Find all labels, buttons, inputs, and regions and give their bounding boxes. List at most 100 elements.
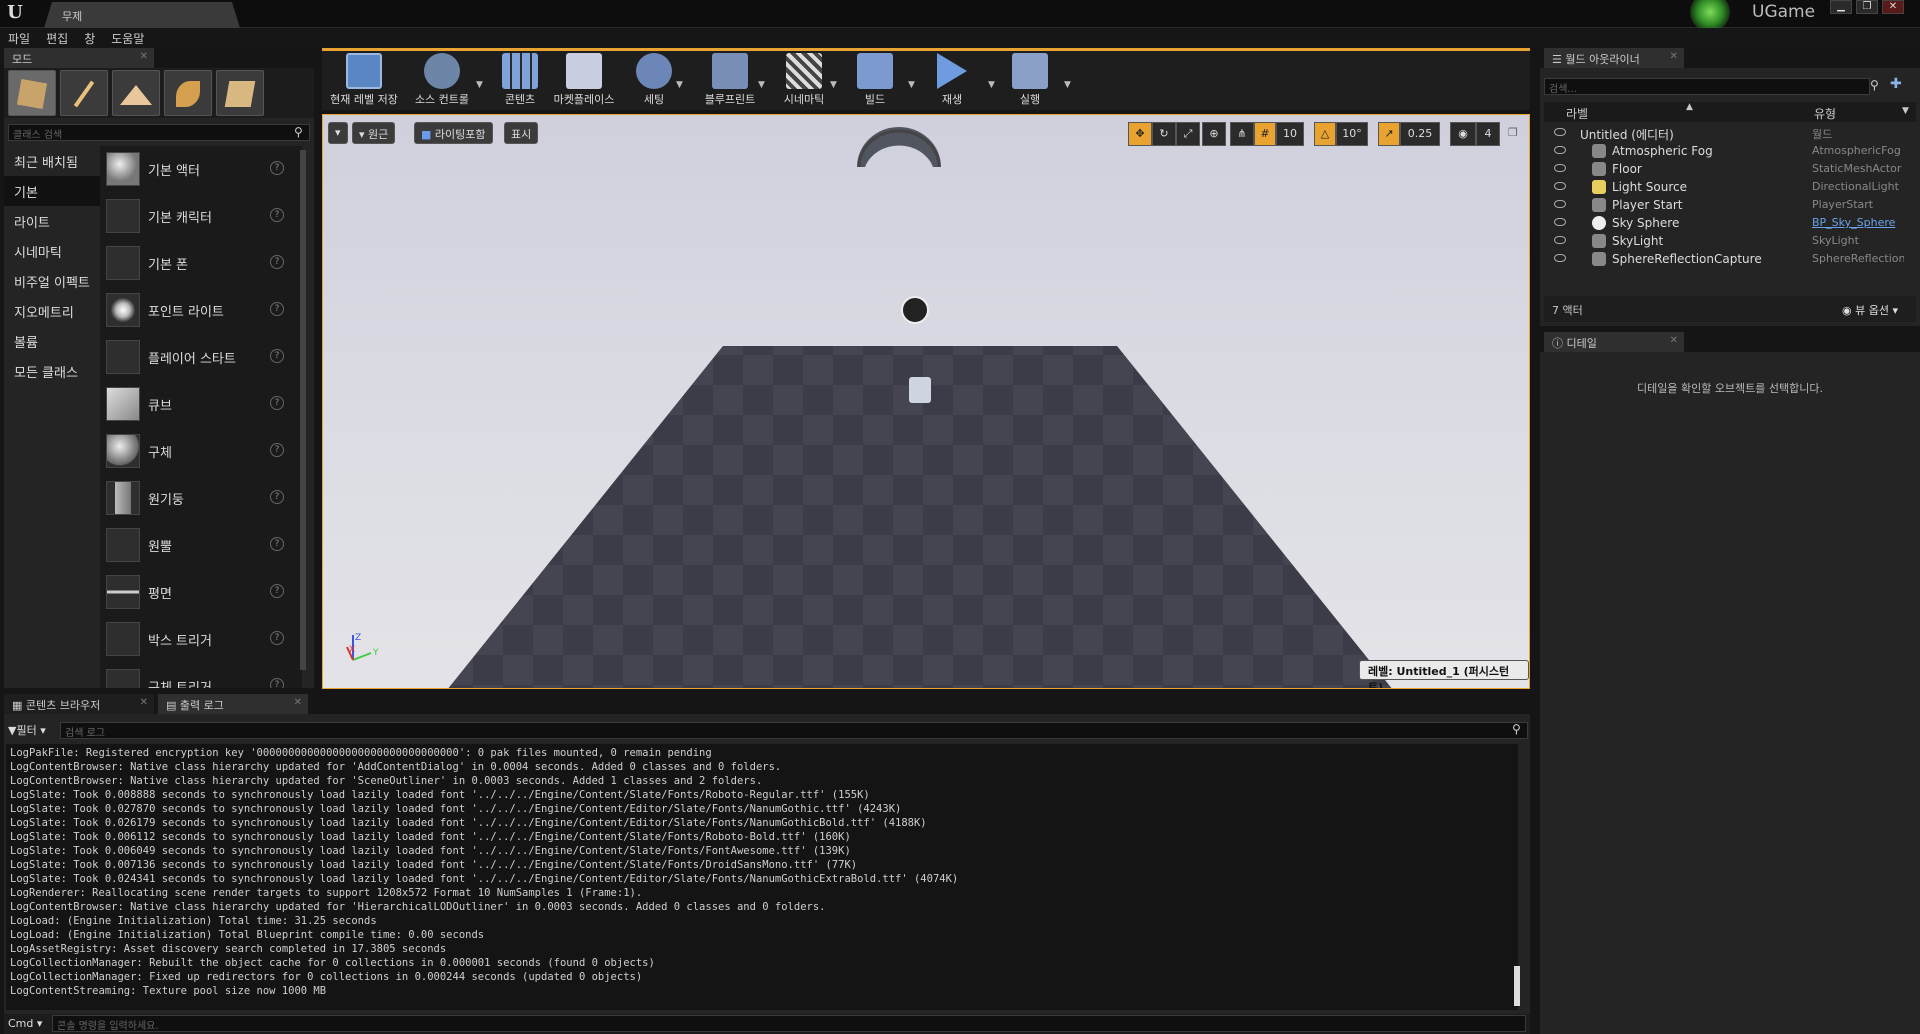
outliner-row[interactable]: SphereReflectionCapture SphereReflectionC bbox=[1546, 250, 1906, 268]
viewport-options-button[interactable]: ▾ bbox=[328, 122, 348, 144]
help-icon[interactable]: ? bbox=[270, 255, 284, 269]
chevron-down-icon[interactable]: ▼ bbox=[1064, 80, 1071, 90]
log-search-input[interactable]: 검색 로그 bbox=[60, 722, 1528, 739]
show-button[interactable]: 표시 bbox=[504, 122, 539, 144]
maximize-viewport-icon[interactable]: ❐ bbox=[1508, 126, 1518, 139]
list-item[interactable]: 원기둥? bbox=[100, 475, 292, 522]
perspective-button[interactable]: ▾ 원근 bbox=[352, 122, 396, 144]
help-icon[interactable]: ? bbox=[270, 161, 284, 175]
list-item[interactable]: 기본 폰? bbox=[100, 240, 292, 287]
console-input[interactable]: 콘솔 명령을 입력하세요. bbox=[52, 1015, 1526, 1032]
category-volumes[interactable]: 볼륨 bbox=[4, 326, 104, 356]
placement-scrollbar[interactable] bbox=[300, 150, 306, 670]
category-basic[interactable]: 기본 bbox=[4, 176, 104, 206]
surface-snap-icon[interactable]: ⋔ bbox=[1230, 122, 1254, 146]
menu-file[interactable]: 파일 bbox=[0, 28, 38, 49]
grid-snap-value[interactable]: 10 bbox=[1276, 122, 1304, 146]
list-item[interactable]: 구체? bbox=[100, 428, 292, 475]
list-item[interactable]: 기본 캐릭터? bbox=[100, 193, 292, 240]
category-visual-effects[interactable]: 비주얼 이펙트 bbox=[4, 266, 104, 296]
chevron-down-icon[interactable]: ▼ bbox=[830, 80, 837, 90]
level-viewport[interactable]: Z X Y 레벨: Untitled_1 (퍼시스턴트) bbox=[322, 114, 1530, 689]
chevron-down-icon[interactable]: ▼ bbox=[676, 80, 683, 90]
help-icon[interactable]: ? bbox=[270, 584, 284, 598]
build-button[interactable]: 빌드 bbox=[850, 49, 900, 109]
chevron-down-icon[interactable]: ▼ bbox=[476, 80, 483, 90]
column-type-header[interactable]: 유형 bbox=[1814, 105, 1836, 122]
visibility-eye-icon[interactable] bbox=[1554, 254, 1566, 262]
translate-tool-icon[interactable]: ✥ bbox=[1128, 122, 1152, 146]
help-icon[interactable]: ? bbox=[270, 631, 284, 645]
list-item[interactable]: 플레이어 스타트? bbox=[100, 334, 292, 381]
list-item[interactable]: 구체 트리거? bbox=[100, 663, 292, 688]
output-log-tab[interactable]: ▤ 출력 로그 ✕ bbox=[158, 694, 308, 714]
close-icon[interactable]: ✕ bbox=[294, 697, 302, 708]
scale-snap-value[interactable]: 0.25 bbox=[1400, 122, 1440, 146]
visibility-eye-icon[interactable] bbox=[1554, 236, 1566, 244]
source-control-button[interactable]: 소스 컨트롤 bbox=[404, 49, 480, 109]
row-type-link[interactable]: BP_Sky_Sphere bbox=[1812, 216, 1904, 229]
outliner-row[interactable]: SkyLight SkyLight bbox=[1546, 232, 1906, 250]
chevron-down-icon[interactable]: ▼ bbox=[758, 80, 765, 90]
outliner-row[interactable]: Player Start PlayerStart bbox=[1546, 196, 1906, 214]
outliner-tab[interactable]: ☰ 월드 아웃라이너 ✕ bbox=[1544, 48, 1684, 68]
rotation-snap-value[interactable]: 10° bbox=[1336, 122, 1368, 146]
chevron-down-icon[interactable]: ▼ bbox=[988, 80, 995, 90]
list-item[interactable]: 평면? bbox=[100, 569, 292, 616]
add-filter-icon[interactable]: ✚ bbox=[1890, 76, 1902, 92]
outliner-row[interactable]: Floor StaticMeshActor bbox=[1546, 160, 1906, 178]
outliner-row[interactable]: Sky Sphere BP_Sky_Sphere bbox=[1546, 214, 1906, 232]
help-icon[interactable]: ? bbox=[270, 349, 284, 363]
class-search-input[interactable]: 클래스 검색 bbox=[8, 124, 310, 141]
view-options-button[interactable]: ◉ 뷰 옵션 ▾ bbox=[1842, 302, 1898, 318]
category-geometry[interactable]: 지오메트리 bbox=[4, 296, 104, 326]
outliner-row[interactable]: Light Source DirectionalLight bbox=[1546, 178, 1906, 196]
outliner-row[interactable]: Untitled (에디터) 월드 bbox=[1546, 124, 1906, 142]
help-icon[interactable]: ? bbox=[270, 208, 284, 222]
content-browser-tab[interactable]: ▦ 콘텐츠 브라우저 ✕ bbox=[4, 694, 154, 714]
marketplace-button[interactable]: 마켓플레이스 bbox=[548, 49, 620, 109]
modes-tab[interactable]: 모드 ✕ bbox=[4, 48, 154, 68]
log-scrollbar[interactable] bbox=[1514, 966, 1520, 1006]
play-button[interactable]: 재생 bbox=[926, 49, 978, 109]
geometry-mode-icon[interactable] bbox=[216, 70, 264, 116]
cmd-dropdown[interactable]: Cmd ▾ bbox=[8, 1017, 42, 1030]
view-mode-button[interactable]: ■ 라이팅포함 bbox=[414, 122, 493, 144]
visibility-eye-icon[interactable] bbox=[1554, 218, 1566, 226]
close-icon[interactable]: ✕ bbox=[140, 51, 148, 62]
category-lights[interactable]: 라이트 bbox=[4, 206, 104, 236]
help-icon[interactable]: ? bbox=[270, 490, 284, 504]
chevron-down-icon[interactable]: ▼ bbox=[908, 80, 915, 90]
visibility-eye-icon[interactable] bbox=[1554, 128, 1566, 136]
landscape-mode-icon[interactable] bbox=[112, 70, 160, 116]
visibility-eye-icon[interactable] bbox=[1554, 182, 1566, 190]
close-icon[interactable]: ✕ bbox=[1670, 51, 1678, 62]
help-icon[interactable]: ? bbox=[270, 537, 284, 551]
visibility-eye-icon[interactable] bbox=[1554, 164, 1566, 172]
launch-button[interactable]: 실행 bbox=[1002, 49, 1058, 109]
cinematics-button[interactable]: 시네마틱 bbox=[772, 49, 836, 109]
list-item[interactable]: 원뿔? bbox=[100, 522, 292, 569]
close-button[interactable]: ✕ bbox=[1882, 0, 1904, 14]
close-icon[interactable]: ✕ bbox=[140, 697, 148, 708]
visibility-eye-icon[interactable] bbox=[1554, 146, 1566, 154]
grid-snap-icon[interactable]: # bbox=[1254, 122, 1276, 146]
menu-window[interactable]: 창 bbox=[76, 28, 103, 49]
camera-speed-icon[interactable]: ◉ bbox=[1450, 122, 1476, 146]
help-icon[interactable]: ? bbox=[270, 678, 284, 688]
chevron-down-icon[interactable]: ▼ bbox=[1902, 106, 1909, 116]
list-item[interactable]: 박스 트리거? bbox=[100, 616, 292, 663]
help-icon[interactable]: ? bbox=[270, 302, 284, 316]
menu-help[interactable]: 도움말 bbox=[103, 28, 152, 49]
outliner-row[interactable]: Atmospheric Fog AtmosphericFog bbox=[1546, 142, 1906, 160]
rotation-snap-icon[interactable]: △ bbox=[1314, 122, 1336, 146]
outliner-search-input[interactable]: 검색... bbox=[1544, 78, 1870, 95]
foliage-mode-icon[interactable] bbox=[164, 70, 212, 116]
content-button[interactable]: 콘텐츠 bbox=[492, 49, 548, 109]
help-icon[interactable]: ? bbox=[270, 443, 284, 457]
camera-speed-value[interactable]: 4 bbox=[1476, 122, 1500, 146]
log-output[interactable]: LogPakFile: Registered encryption key '0… bbox=[6, 744, 1518, 1010]
category-cinematic[interactable]: 시네마틱 bbox=[4, 236, 104, 266]
world-local-icon[interactable]: ⊕ bbox=[1202, 122, 1226, 146]
help-icon[interactable]: ? bbox=[270, 396, 284, 410]
